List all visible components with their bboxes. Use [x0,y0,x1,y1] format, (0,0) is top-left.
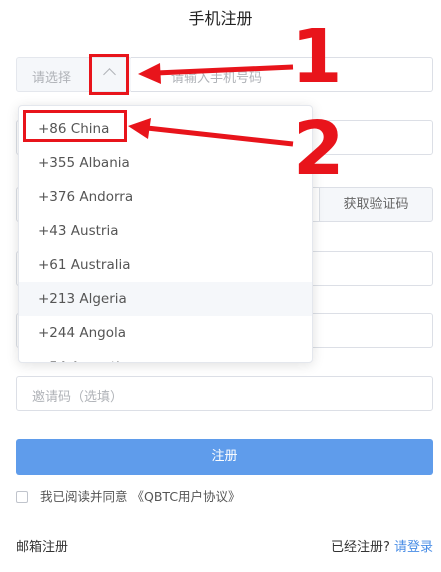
register-page: 手机注册 请选择 请输入手机号码 获取验证码 邀请码（选填） 注册 我已阅读并同… [0,0,441,572]
annotation-label-1: 1 [291,14,343,100]
annotation-label-2: 2 [293,106,345,192]
annotation-arrows [128,63,294,147]
annotation-arrow-1-line [155,64,294,76]
annotation-arrow-2-line [146,125,294,147]
annotation-arrow-2-head [128,118,151,139]
annotation-arrow-1-head [138,63,161,84]
